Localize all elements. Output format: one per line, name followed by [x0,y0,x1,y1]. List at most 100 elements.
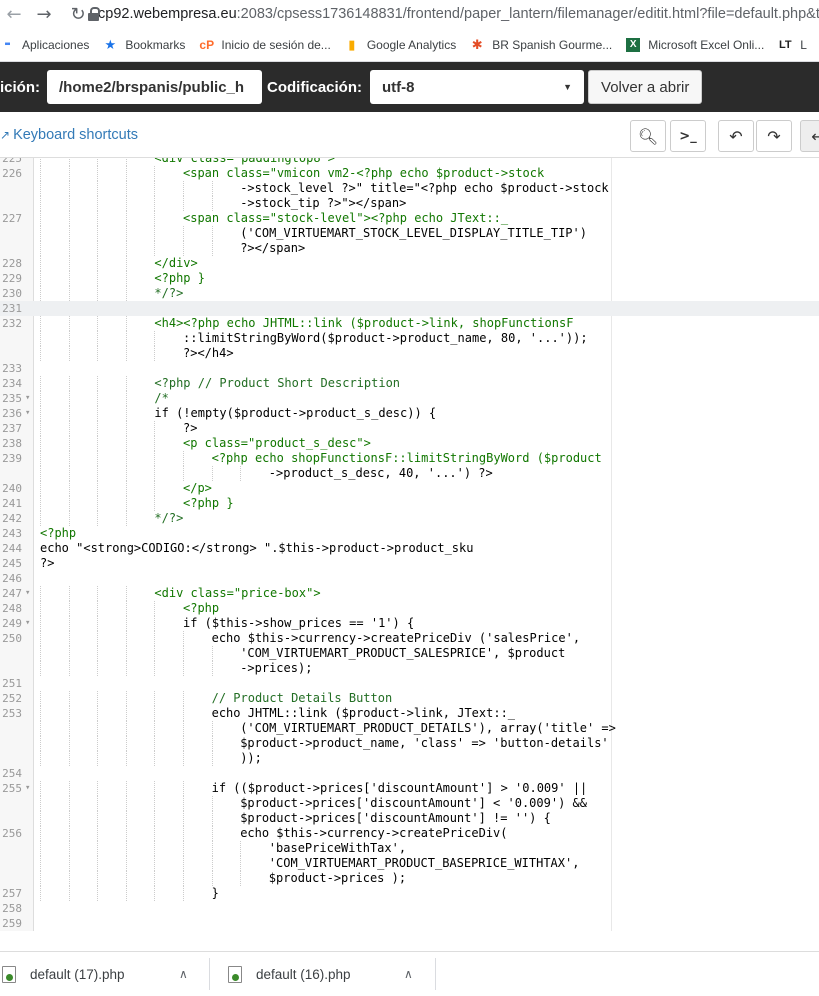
code-text: $product->product_name, 'class' => 'butt… [240,736,609,750]
code-line[interactable]: 256 echo $this->currency->createPriceDiv( [0,826,819,841]
code-line[interactable]: 251 [0,676,819,691]
code-line[interactable]: 225 <div class="paddingtop8"> [0,158,819,166]
download-item[interactable]: default (16).php ∧ [228,952,423,996]
go-to-line-button[interactable]: >_ [670,120,706,152]
fold-arrow-icon[interactable]: ▾ [25,781,30,796]
bookmark-bookmarks[interactable]: ★ Bookmarks [103,36,186,52]
chevron-up-icon[interactable]: ∧ [404,967,413,981]
redo-button[interactable]: ↷ [756,120,792,152]
code-line[interactable]: ('COM_VIRTUEMART_PRODUCT_DETAILS'), arra… [0,721,819,736]
fullscreen-button[interactable]: ← [800,120,819,152]
path-field[interactable]: /home2/brspanis/public_h [47,70,262,104]
indent-guide [40,158,41,166]
code-line[interactable]: )); [0,751,819,766]
code-line[interactable]: 230 */?> [0,286,819,301]
keyboard-shortcuts-link[interactable]: ↗ Keyboard shortcuts [0,127,138,143]
indent-guide [68,286,70,301]
indent-guide [40,226,41,241]
download-item[interactable]: default (17).php ∧ [2,952,197,996]
code-line[interactable]: 228 </div> [0,256,819,271]
code-line[interactable]: 244 echo "<strong>CODIGO:</strong> ".$thi… [0,541,819,556]
indent-guide [183,826,184,841]
code-line[interactable]: 'basePriceWithTax', [0,841,819,856]
chevron-up-icon[interactable]: ∧ [179,967,188,981]
bookmark-br-spanish[interactable]: ✱ BR Spanish Gourme... [470,37,613,52]
bookmark-aplicaciones[interactable]: ▪▪ Aplicaciones [0,38,89,52]
editor-header: ición: /home2/brspanis/public_h Codifica… [0,62,819,112]
bookmark-cpanel[interactable]: cP Inicio de sesión de... [199,38,330,52]
download-filename: default (17).php [30,966,125,982]
indent-guide [97,886,99,901]
code-line[interactable]: ->product_s_desc, 40, '...') ?> [0,466,819,481]
code-line[interactable]: 258 [0,901,819,916]
code-line[interactable]: 246 [0,571,819,586]
indent-guide [125,511,127,526]
code-line[interactable]: 227 <span class="stock-level"><?php echo … [0,211,819,226]
code-line[interactable]: $product->product_name, 'class' => 'butt… [0,736,819,751]
code-line[interactable]: 231 [0,301,819,316]
code-line[interactable]: ->stock_tip ?>"></span> [0,196,819,211]
code-line[interactable]: 259 [0,916,819,931]
code-line[interactable]: 245 ?> [0,556,819,571]
code-line[interactable]: ->prices); [0,661,819,676]
back-icon[interactable]: ← [0,4,28,25]
bookmark-google-analytics[interactable]: ▮ Google Analytics [345,37,456,52]
code-line[interactable]: 240 </p> [0,481,819,496]
code-line[interactable]: ?></h4> [0,346,819,361]
indent-guide [125,211,127,226]
fold-arrow-icon[interactable]: ▾ [25,391,30,406]
indent-guide [97,211,99,226]
search-button[interactable]: 🔍︎ [630,120,666,152]
code-line[interactable]: 237 ?> [0,421,819,436]
code-line[interactable]: $product->prices['discountAmount'] < '0.… [0,796,819,811]
code-line[interactable]: 248 <?php [0,601,819,616]
fold-arrow-icon[interactable]: ▾ [25,616,30,631]
code-line[interactable]: $product->prices ); [0,871,819,886]
code-line[interactable]: 252 // Product Details Button [0,691,819,706]
code-line[interactable]: ->stock_level ?>" title="<?php echo $pro… [0,181,819,196]
bookmark-excel[interactable]: X Microsoft Excel Onli... [626,37,764,52]
address-bar[interactable]: cp92.webempresa.eu:2083/cpsess1736148831… [88,0,819,28]
code-line[interactable]: 232 <h4><?php echo JHTML::link ($product-… [0,316,819,331]
code-line[interactable]: 255 ▾ if (($product->prices['discountAmoun… [0,781,819,796]
undo-button[interactable]: ↶ [718,120,754,152]
code-line[interactable]: 254 [0,766,819,781]
code-line[interactable]: ('COM_VIRTUEMART_STOCK_LEVEL_DISPLAY_TIT… [0,226,819,241]
line-number: 256 [2,827,22,840]
code-line[interactable]: 241 <?php } [0,496,819,511]
code-line[interactable]: 'COM_VIRTUEMART_PRODUCT_SALESPRICE', $pr… [0,646,819,661]
code-line[interactable]: 234 <?php // Product Short Description [0,376,819,391]
code-line[interactable]: 250 echo $this->currency->createPriceDiv … [0,631,819,646]
code-line[interactable]: 242 */?> [0,511,819,526]
code-line[interactable]: ?></span> [0,241,819,256]
indent-guide [183,736,184,751]
encoding-select[interactable]: utf-8 ▼ [370,70,585,104]
code-line[interactable]: 249 ▾ if ($this->show_prices == '1') { [0,616,819,631]
fold-arrow-icon[interactable]: ▾ [25,586,30,601]
code-editor[interactable]: 225 <div class="paddingtop8"> 226 <span cla… [0,158,819,931]
code-line[interactable]: 229 <?php } [0,271,819,286]
code-line[interactable]: 257} [0,886,819,901]
code-line[interactable]: 236 ▾ if (!empty($product->product_s_desc)… [0,406,819,421]
search-icon: 🔍︎ [637,126,659,146]
code-line[interactable]: 253 echo JHTML::link ($product->link, JTe… [0,706,819,721]
code-line[interactable]: 235 ▾ /* [0,391,819,406]
forward-icon[interactable]: → [30,4,58,25]
code-line[interactable]: 238 <p class="product_s_desc"> [0,436,819,451]
undo-icon: ↶ [729,126,743,146]
star-icon: ★ [104,36,117,52]
code-line[interactable]: ::limitStringByWord($product->product_na… [0,331,819,346]
code-line[interactable]: 233 [0,361,819,376]
indent-guide [97,781,99,796]
reopen-button[interactable]: Volver a abrir [588,70,703,104]
fold-arrow-icon[interactable]: ▾ [25,406,30,421]
code-text: if ($this->show_prices == '1') { [183,616,415,630]
code-line[interactable]: $product->prices['discountAmount'] != ''… [0,811,819,826]
code-line[interactable]: 'COM_VIRTUEMART_PRODUCT_BASEPRICE_WITHTA… [0,856,819,871]
code-line[interactable]: 226 <span class="vmicon vm2-<?php echo $p… [0,166,819,181]
indent-guide [183,631,184,646]
bookmark-lt[interactable]: LT L [778,38,807,52]
code-line[interactable]: 239 <?php echo shopFunctionsF::limitStrin… [0,451,819,466]
code-line[interactable]: 247 ▾ <div class="price-box"> [0,586,819,601]
code-line[interactable]: 243 <?php [0,526,819,541]
